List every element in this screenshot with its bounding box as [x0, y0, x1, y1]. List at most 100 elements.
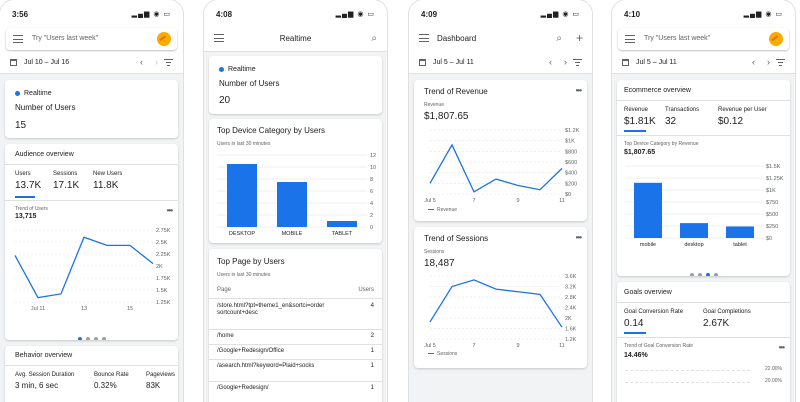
y-tick-label: 2.25K — [156, 252, 171, 258]
metric-value: 2.67K — [703, 318, 730, 329]
metric-label: Avg. Session Duration — [15, 372, 75, 378]
live-dot-icon — [15, 90, 20, 96]
revenue-card[interactable]: Trend of Revenue ••• Revenue $1,807.65 $… — [414, 80, 587, 221]
menu-icon[interactable] — [625, 35, 635, 43]
trend-value: 14.46% — [624, 352, 648, 359]
chevron-left-icon[interactable]: ‹ — [752, 57, 755, 67]
more-options-icon[interactable]: ••• — [779, 343, 785, 352]
realtime-card[interactable]: Realtime Number of Users 15 — [5, 80, 178, 138]
ecommerce-card[interactable]: Ecommerce overview Revenue $1.81K Transa… — [617, 80, 790, 276]
metric-value: 13.7K — [15, 180, 42, 191]
add-icon[interactable]: + — [576, 31, 583, 45]
analytics-logo-icon[interactable] — [157, 32, 171, 46]
column-header-page: Page — [217, 287, 232, 293]
date-range[interactable]: Jul 5 – Jul 11 — [433, 59, 474, 66]
bar — [277, 182, 307, 227]
date-range[interactable]: Jul 10 – Jul 16 — [24, 59, 69, 66]
gridline — [625, 382, 750, 383]
divider — [617, 302, 790, 303]
top-pages-card[interactable]: Top Page by Users Users in last 30 minut… — [209, 249, 382, 402]
calendar-icon[interactable] — [10, 59, 17, 66]
search-icon[interactable]: ⌕ — [556, 33, 562, 44]
page-path: /asearch.html?keyword=Plaid+socks — [217, 363, 315, 369]
divider — [617, 337, 790, 338]
y-tick-label: 1.75K — [156, 276, 171, 282]
chevron-left-icon[interactable]: ‹ — [549, 57, 552, 67]
y-tick-label: $400 — [565, 171, 577, 177]
metric-value: 32 — [665, 116, 677, 127]
more-options-icon[interactable]: ••• — [576, 233, 582, 242]
trend-label: Trend of Users — [15, 206, 48, 212]
goals-card[interactable]: Goals overview Goal Conversion Rate 0.14… — [617, 282, 790, 402]
search-placeholder: Try "Users last week" — [644, 35, 711, 42]
card-title: Top Page by Users — [217, 257, 285, 266]
x-tick-label: 7 — [472, 198, 475, 204]
date-range[interactable]: Jul 5 – Jul 11 — [636, 59, 677, 66]
divider — [209, 329, 382, 330]
metric-label: Bounce Rate — [94, 372, 129, 378]
card-title: Goals overview — [624, 289, 672, 296]
chevron-right-icon[interactable]: › — [155, 57, 158, 67]
metric-value: $1.81K — [624, 116, 656, 127]
phone-screen-2: 4:08 ▂▄▆ ◉ ▭ Realtime ⌕ Realtime Number … — [204, 0, 387, 402]
search-input[interactable]: Try "Users last week" — [618, 28, 789, 50]
y-tick-label: 10 — [370, 165, 376, 171]
metric-label: Sessions — [53, 171, 78, 177]
search-placeholder: Try "Users last week" — [32, 35, 99, 42]
bar — [726, 226, 754, 238]
audience-card[interactable]: Audience overview Users 13.7K Sessions 1… — [5, 144, 178, 340]
realtime-label: Realtime — [15, 90, 52, 97]
divider — [5, 200, 178, 201]
y-tick-label: $1K — [766, 188, 776, 194]
trend-value: 13,715 — [15, 213, 37, 220]
metric-label: Pageviews — [146, 372, 176, 378]
live-dot-icon — [219, 66, 224, 72]
metric-value: 18,487 — [424, 258, 455, 269]
filter-icon[interactable] — [573, 59, 582, 66]
page-indicator[interactable] — [5, 328, 178, 340]
status-bar: 3:56 ▂▄▆ ◉ ▭ — [0, 0, 183, 26]
y-tick-label: 6 — [370, 189, 373, 195]
metric-value: $1,807.65 — [424, 111, 469, 122]
metric-value: 3 min, 6 sec — [15, 381, 59, 390]
chevron-right-icon[interactable]: › — [767, 57, 770, 67]
page-title: Dashboard — [437, 34, 477, 43]
metric-value: 17.1K — [53, 180, 80, 191]
metric-label: New Users — [93, 171, 123, 177]
realtime-card[interactable]: Realtime Number of Users 20 — [209, 56, 382, 114]
menu-icon[interactable] — [419, 34, 429, 42]
search-icon[interactable]: ⌕ — [371, 33, 377, 44]
divider — [5, 365, 178, 366]
filter-icon[interactable] — [776, 59, 785, 66]
calendar-icon[interactable] — [622, 59, 629, 66]
chevron-left-icon[interactable]: ‹ — [140, 57, 143, 67]
device-card[interactable]: Top Device Category by Users Users in la… — [209, 119, 382, 243]
behavior-card[interactable]: Behavior overview Avg. Session Duration … — [5, 346, 178, 402]
series-line — [429, 143, 563, 193]
device-label: Top Device Category by Revenue — [624, 141, 699, 147]
sessions-card[interactable]: Trend of Sessions ••• Sessions 18,487 3.… — [414, 227, 587, 368]
divider — [5, 164, 178, 165]
realtime-value: 15 — [15, 120, 27, 131]
bar — [227, 164, 257, 227]
status-bar: 4:08 ▂▄▆ ◉ ▭ — [204, 0, 387, 26]
page-indicator[interactable] — [617, 264, 790, 276]
signal-battery-icon: ▂▄▆ ◉ ▭ — [540, 11, 580, 18]
y-tick-label: 2.8K — [565, 295, 577, 301]
search-input[interactable]: Try "Users last week" — [6, 28, 177, 50]
more-options-icon[interactable]: ••• — [167, 206, 173, 215]
legend: Sessions — [428, 351, 457, 357]
y-tick-label: $750 — [766, 200, 778, 206]
date-range-bar: Jul 5 – Jul 11 ‹ › — [409, 52, 592, 74]
chevron-right-icon[interactable]: › — [564, 57, 567, 67]
menu-icon[interactable] — [13, 35, 23, 43]
x-tick-label: 11 — [559, 343, 565, 349]
y-tick-label: $1K — [565, 139, 575, 145]
filter-icon[interactable] — [164, 59, 173, 66]
calendar-icon[interactable] — [419, 59, 426, 66]
x-tick-label: 15 — [127, 306, 133, 312]
y-tick-label: 3.6K — [565, 274, 577, 280]
analytics-logo-icon[interactable] — [769, 32, 783, 46]
more-options-icon[interactable]: ••• — [576, 86, 582, 95]
y-tick-label: $250 — [766, 224, 778, 230]
